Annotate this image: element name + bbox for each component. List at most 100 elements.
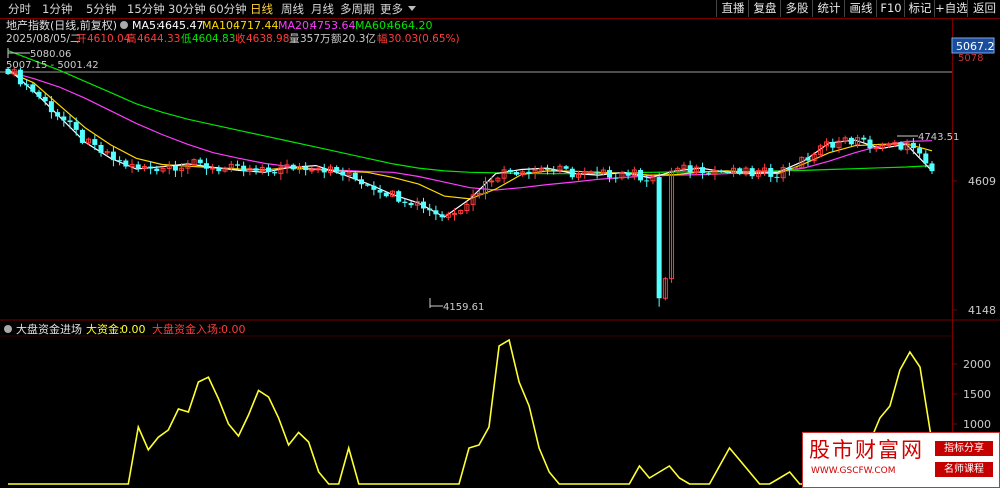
candle-down <box>135 164 141 169</box>
high-right-label: 4743.51 <box>918 132 959 143</box>
logo-url: WWW.GSCFW.COM <box>811 466 896 476</box>
indicator-axis: 2000 1500 1000 <box>952 358 991 431</box>
candle-down <box>396 191 402 202</box>
candle-down <box>79 129 85 143</box>
svg-text:开: 开 <box>76 33 87 45</box>
candle-down <box>55 112 61 117</box>
svg-text:收: 收 <box>235 32 246 45</box>
candle-down <box>563 166 569 169</box>
candle-down <box>67 120 73 123</box>
candle-down <box>365 184 371 186</box>
candle-down <box>507 169 513 173</box>
candle-down <box>569 168 575 178</box>
review-button[interactable]: 复盘 <box>748 0 781 17</box>
indicator-line <box>8 338 941 485</box>
candle-down <box>358 179 364 185</box>
candle-down <box>290 164 296 170</box>
settings-gear-icon[interactable] <box>120 21 128 29</box>
ma60-value: 4664.20 <box>387 19 433 32</box>
big-fund-value: 0.00 <box>121 323 146 336</box>
price-tick-4609: 4609 <box>968 175 996 188</box>
crosshair-price: 5067.2 <box>956 40 995 53</box>
period-tab-15min[interactable]: 15分钟 <box>127 1 165 17</box>
candle-down <box>197 159 203 164</box>
candle-down <box>377 189 383 193</box>
period-toolbar: 分时 1分钟 5分钟 15分钟 30分钟 60分钟 日线 周线 月线 多周期 更… <box>0 0 1000 19</box>
candle-down <box>867 139 873 149</box>
candle-down <box>61 116 67 121</box>
candle-down <box>917 148 923 154</box>
indicator-tick-1500: 1500 <box>963 388 991 401</box>
more-dropdown-icon[interactable] <box>408 6 416 11</box>
ma60-label: MA60: <box>355 19 390 32</box>
candle-down <box>644 180 650 182</box>
back-button[interactable]: 返回 <box>967 0 1000 17</box>
multi-stock-button[interactable]: 多股 <box>780 0 813 17</box>
quote-line: 2025/08/05/二 开 4610.04 高 4644.33 低 4604.… <box>6 32 460 45</box>
period-tab-5min[interactable]: 5分钟 <box>86 1 116 17</box>
period-tab-weekly[interactable]: 周线 <box>281 1 304 17</box>
quote-low: 4604.83 <box>192 33 235 45</box>
candle-down <box>253 168 259 171</box>
period-tab-multi[interactable]: 多周期 <box>340 1 375 17</box>
indicator-settings-icon[interactable] <box>4 325 12 333</box>
candle-down <box>786 167 792 170</box>
candle-down <box>352 172 358 180</box>
kline-chart[interactable]: 4609 4148 2000 1500 1000 5067.2 5078 508… <box>0 18 1000 488</box>
candle-down <box>625 172 631 176</box>
quote-range: 30.03(0.65%) <box>388 33 460 45</box>
period-tab-monthly[interactable]: 月线 <box>311 1 334 17</box>
draw-line-button[interactable]: 画线 <box>844 0 877 17</box>
low-mark-label: 4159.61 <box>443 302 484 313</box>
period-tab-more[interactable]: 更多 <box>380 1 403 17</box>
candle-up <box>886 143 892 146</box>
candle-down <box>700 167 706 174</box>
period-tab-intraday[interactable]: 分时 <box>8 1 31 17</box>
candle-down <box>383 192 389 197</box>
svg-text:大资金:: 大资金: <box>86 322 123 336</box>
candle-down <box>321 168 327 173</box>
candle-down <box>30 84 36 92</box>
candle-down <box>656 177 662 299</box>
ma60-line <box>7 50 933 175</box>
period-tab-60min[interactable]: 60分钟 <box>209 1 247 17</box>
candle-up <box>588 171 594 174</box>
candle-down <box>514 172 520 175</box>
ma5-value: 4645.47 <box>158 19 204 32</box>
price-tick-top: 5078 <box>958 53 983 64</box>
candle-down <box>774 176 780 178</box>
candle-down <box>148 166 154 169</box>
svg-text:大盘资金入场:: 大盘资金入场: <box>152 322 222 336</box>
logo-title: 股市财富网 <box>809 438 924 462</box>
statistics-button[interactable]: 统计 <box>812 0 845 17</box>
period-tab-1min[interactable]: 1分钟 <box>42 1 72 17</box>
period-tab-daily[interactable]: 日线 <box>250 1 273 17</box>
f10-button[interactable]: F10 <box>876 0 905 17</box>
mark-button[interactable]: 标记 <box>904 0 935 17</box>
live-button[interactable]: 直播 <box>716 0 749 17</box>
indicator-tick-1000: 1000 <box>963 418 991 431</box>
candle-down <box>687 165 693 173</box>
candle-down <box>234 164 240 166</box>
indicator-tick-2000: 2000 <box>963 358 991 371</box>
period-tab-30min[interactable]: 30分钟 <box>168 1 206 17</box>
main-chart-header: 地产指数(日线,前复权) MA5: 4645.47 MA10: 4717.44 … <box>6 18 433 32</box>
candle-down <box>898 142 904 150</box>
svg-text:高: 高 <box>126 32 137 45</box>
candle-down <box>48 101 54 113</box>
candle-down <box>408 202 414 206</box>
candle-down <box>402 201 408 203</box>
candle-down <box>123 160 129 167</box>
candle-down <box>203 163 209 169</box>
candle-down <box>371 185 377 190</box>
candle-down <box>340 171 346 176</box>
candle-down <box>303 166 309 171</box>
candle-down <box>718 170 724 172</box>
add-watchlist-button[interactable]: +自选 <box>934 0 968 17</box>
candle-down <box>607 170 613 178</box>
quote-high: 4644.33 <box>137 33 180 45</box>
candle-up <box>309 169 315 172</box>
candle-down <box>724 171 730 173</box>
candle-down <box>439 214 445 218</box>
candle-down <box>92 139 98 145</box>
